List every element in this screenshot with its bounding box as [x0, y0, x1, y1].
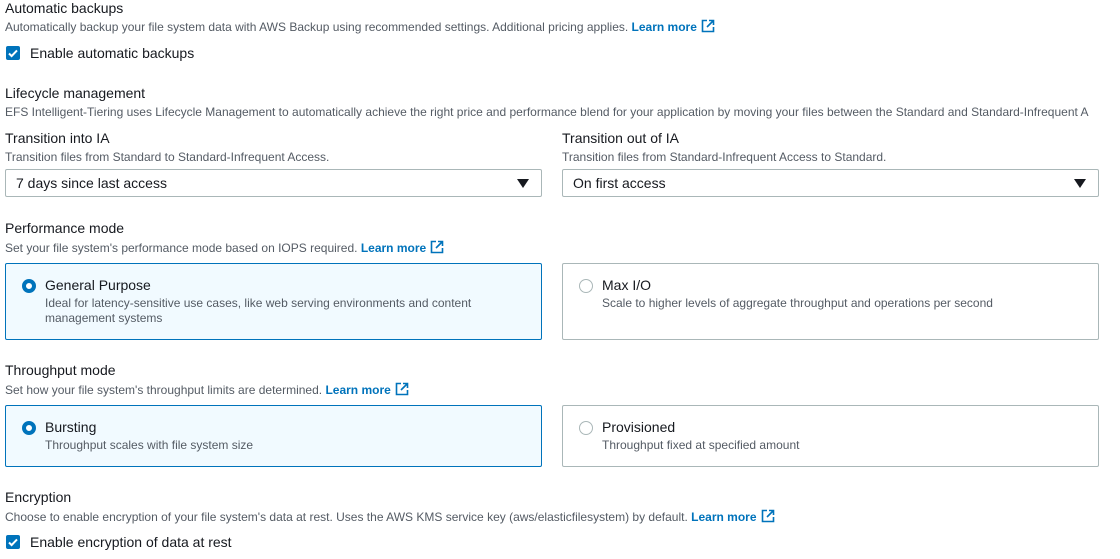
general-purpose-radio[interactable]	[22, 279, 36, 293]
lifecycle-management-title: Lifecycle management	[5, 85, 146, 101]
bursting-description: Throughput scales with file system size	[45, 438, 254, 452]
automatic-backups-description: Automatically backup your file system da…	[5, 19, 1120, 34]
provisioned-title: Provisioned	[602, 419, 676, 435]
bursting-radio[interactable]	[22, 421, 36, 435]
performance-mode-learn-more-link[interactable]: Learn more	[360, 240, 444, 255]
transition-into-ia-value: 7 days since last access	[16, 175, 167, 191]
learn-more-label: Learn more	[691, 510, 757, 524]
checkmark-icon	[8, 49, 18, 58]
enable-encryption-row[interactable]: Enable encryption of data at rest	[6, 534, 232, 550]
automatic-backups-title: Automatic backups	[5, 0, 124, 16]
transition-into-ia-select[interactable]: 7 days since last access	[5, 169, 542, 197]
lifecycle-management-section: Lifecycle management EFS Intelligent-Tie…	[5, 85, 1120, 119]
max-io-description: Scale to higher levels of aggregate thro…	[602, 296, 993, 310]
throughput-option-bursting[interactable]: Bursting Throughput scales with file sys…	[5, 405, 542, 467]
transition-out-of-ia-field: Transition out of IA Transition files fr…	[562, 130, 1120, 164]
general-purpose-description: Ideal for latency-sensitive use cases, l…	[45, 296, 472, 325]
transition-out-of-ia-select[interactable]: On first access	[562, 169, 1099, 197]
throughput-option-provisioned[interactable]: Provisioned Throughput fixed at specifie…	[562, 405, 1099, 467]
transition-into-ia-description: Transition files from Standard to Standa…	[5, 150, 330, 164]
transition-into-ia-title: Transition into IA	[5, 130, 110, 146]
caret-down-icon	[1074, 179, 1086, 188]
performance-mode-description-text: Set your file system's performance mode …	[5, 241, 358, 255]
max-io-title: Max I/O	[602, 277, 652, 293]
external-link-icon	[395, 382, 409, 396]
enable-automatic-backups-row[interactable]: Enable automatic backups	[6, 45, 194, 61]
enable-automatic-backups-checkbox[interactable]	[6, 46, 20, 60]
performance-option-general-purpose[interactable]: General Purpose Ideal for latency-sensit…	[5, 263, 542, 340]
max-io-radio[interactable]	[579, 279, 593, 293]
encryption-description-text: Choose to enable encryption of your file…	[5, 510, 688, 524]
encryption-title: Encryption	[5, 489, 72, 505]
enable-encryption-checkbox[interactable]	[6, 535, 20, 549]
file-system-settings-form: Automatic backups Automatically backup y…	[0, 0, 1120, 559]
throughput-mode-learn-more-link[interactable]: Learn more	[325, 382, 409, 397]
learn-more-label: Learn more	[360, 241, 427, 255]
performance-mode-title: Performance mode	[5, 220, 125, 236]
throughput-mode-section: Throughput mode Set how your file system…	[5, 362, 1120, 397]
provisioned-radio[interactable]	[579, 421, 593, 435]
enable-automatic-backups-label: Enable automatic backups	[30, 45, 195, 61]
transition-out-of-ia-description: Transition files from Standard-Infrequen…	[562, 150, 887, 164]
learn-more-label: Learn more	[325, 383, 391, 397]
transition-out-of-ia-value: On first access	[573, 175, 666, 191]
provisioned-description: Throughput fixed at specified amount	[602, 438, 800, 452]
lifecycle-management-description: EFS Intelligent-Tiering uses Lifecycle M…	[5, 105, 1089, 119]
transition-into-ia-field: Transition into IA Transition files from…	[5, 130, 545, 164]
external-link-icon	[761, 509, 774, 523]
enable-encryption-label: Enable encryption of data at rest	[30, 534, 232, 550]
throughput-mode-description: Set how your file system's throughput li…	[5, 382, 1120, 397]
encryption-learn-more-link[interactable]: Learn more	[691, 509, 774, 524]
encryption-section: Encryption Choose to enable encryption o…	[5, 489, 1120, 550]
throughput-mode-description-text: Set how your file system's throughput li…	[5, 383, 323, 397]
general-purpose-title: General Purpose	[45, 277, 151, 293]
transition-out-of-ia-title: Transition out of IA	[562, 130, 679, 146]
checkmark-icon	[8, 538, 18, 547]
performance-option-max-io[interactable]: Max I/O Scale to higher levels of aggreg…	[562, 263, 1099, 340]
external-link-icon	[430, 240, 444, 254]
automatic-backups-description-text: Automatically backup your file system da…	[5, 20, 629, 34]
automatic-backups-learn-more-link[interactable]: Learn more	[631, 19, 715, 34]
bursting-title: Bursting	[45, 419, 97, 435]
caret-down-icon	[517, 179, 529, 188]
performance-mode-description: Set your file system's performance mode …	[5, 240, 1120, 255]
encryption-description: Choose to enable encryption of your file…	[5, 509, 1120, 524]
automatic-backups-section: Automatic backups Automatically backup y…	[5, 0, 1120, 61]
external-link-icon	[701, 19, 715, 33]
performance-mode-section: Performance mode Set your file system's …	[5, 220, 1120, 255]
throughput-mode-title: Throughput mode	[5, 362, 116, 378]
learn-more-label: Learn more	[631, 20, 697, 34]
